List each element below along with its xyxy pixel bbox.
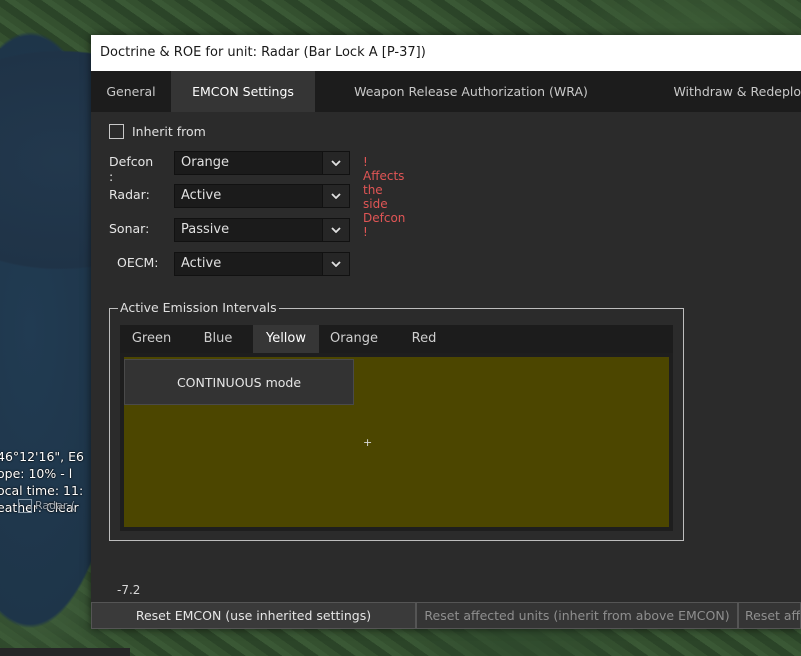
- chevron-down-icon[interactable]: [322, 151, 349, 174]
- radar-label: Radar:: [109, 187, 150, 202]
- defcon-value: Orange: [181, 154, 230, 170]
- tab-green[interactable]: Green: [120, 325, 183, 353]
- map-coordinates: 46°12'16", E6: [0, 449, 84, 464]
- doctrine-dialog: Doctrine & ROE for unit: Radar (Bar Lock…: [91, 35, 801, 629]
- inherit-row: Inherit from: [109, 124, 206, 139]
- reset-emcon-button[interactable]: Reset EMCON (use inherited settings): [91, 602, 416, 629]
- tab-emcon-settings[interactable]: EMCON Settings: [171, 71, 315, 112]
- crosshair-cursor-icon: +: [363, 436, 373, 449]
- emcon-settings-panel: Inherit from Defcon : Orange ! Affects t…: [91, 112, 801, 629]
- tab-blue[interactable]: Blue: [183, 325, 253, 353]
- sonar-select[interactable]: Passive: [174, 217, 350, 242]
- reset-aff-button[interactable]: Reset aff: [738, 602, 801, 629]
- chevron-down-icon[interactable]: [322, 252, 349, 275]
- unit-symbol-icon: [18, 499, 32, 513]
- tab-wra[interactable]: Weapon Release Authorization (WRA): [315, 71, 627, 112]
- oecm-select[interactable]: Active: [174, 251, 350, 276]
- inherit-label: Inherit from: [132, 124, 206, 139]
- continuous-mode-button[interactable]: CONTINUOUS mode: [124, 359, 354, 405]
- emission-intervals-title: Active Emission Intervals: [118, 300, 279, 315]
- radar-select[interactable]: Active: [174, 183, 350, 208]
- interval-tabs: Green Blue Yellow Orange Red: [120, 325, 673, 353]
- dialog-title[interactable]: Doctrine & ROE for unit: Radar (Bar Lock…: [91, 35, 801, 71]
- map-slope: ope: 10% - l: [0, 466, 73, 481]
- tab-general[interactable]: General: [91, 71, 171, 112]
- dialog-tabs: General EMCON Settings Weapon Release Au…: [91, 71, 801, 112]
- emission-intervals-group: Active Emission Intervals Green Blue Yel…: [109, 300, 684, 541]
- chevron-down-icon[interactable]: [322, 218, 349, 241]
- map-local-time: ocal time: 11:: [0, 483, 84, 498]
- sonar-value: Passive: [181, 221, 230, 237]
- radar-value: Active: [181, 187, 222, 203]
- defcon-warning: ! Affects the side Defcon !: [363, 155, 406, 239]
- defcon-select[interactable]: Orange: [174, 150, 350, 175]
- reset-affected-units-button[interactable]: Reset affected units (inherit from above…: [416, 602, 738, 629]
- interval-panel[interactable]: CONTINUOUS mode +: [124, 357, 669, 527]
- defcon-label: Defcon :: [109, 154, 154, 184]
- radar-unit-marker[interactable]: Radar (: [18, 499, 75, 513]
- sonar-label: Sonar:: [109, 221, 150, 236]
- tab-red[interactable]: Red: [389, 325, 459, 353]
- tab-orange[interactable]: Orange: [319, 325, 389, 353]
- tab-withdraw-redeploy[interactable]: Withdraw & Redeplo: [627, 71, 801, 112]
- chevron-down-icon[interactable]: [322, 184, 349, 207]
- oecm-label: OECM:: [117, 255, 159, 270]
- tab-yellow[interactable]: Yellow: [253, 325, 319, 353]
- unit-marker-label: Radar (: [35, 499, 76, 512]
- map-bottom-strip: [0, 648, 130, 656]
- bottom-button-bar: Reset EMCON (use inherited settings) Res…: [91, 602, 801, 629]
- interval-panel-frame: CONTINUOUS mode +: [120, 353, 673, 531]
- status-value: -7.2: [117, 583, 141, 597]
- inherit-checkbox[interactable]: [109, 124, 124, 139]
- oecm-value: Active: [181, 255, 222, 271]
